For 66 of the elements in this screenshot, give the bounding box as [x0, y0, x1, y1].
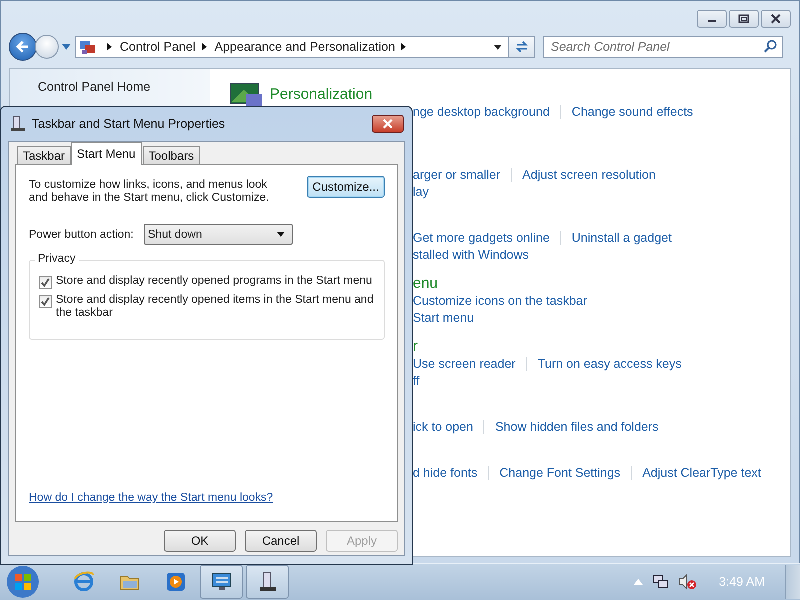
intro-text: To customize how links, icons, and menus look and behave in the Start menu, click Customize.	[29, 179, 270, 205]
task-link[interactable]: Change Font Settings	[488, 466, 631, 480]
chevron-icon[interactable]	[107, 43, 112, 51]
tab[interactable]: Toolbars	[142, 146, 200, 165]
task-link[interactable]: Start menu	[413, 310, 484, 324]
task-link[interactable]: arger or smaller	[413, 168, 511, 182]
task-link[interactable]: Show hidden files and folders	[483, 420, 669, 434]
task-link[interactable]: Use screen reader	[413, 356, 526, 370]
task-link[interactable]: Uninstall a gadget	[560, 230, 682, 244]
control-panel-icon	[79, 39, 97, 55]
chevron-icon[interactable]	[202, 43, 207, 51]
cancel-button[interactable]: Cancel	[245, 530, 317, 552]
task-link[interactable]: d hide fonts	[413, 466, 488, 480]
checkbox-label: Store and display recently opened items in the Start menu and the taskbar	[56, 294, 375, 320]
minimize-button[interactable]	[697, 10, 727, 28]
refresh-icon	[514, 40, 530, 54]
back-button[interactable]	[9, 33, 37, 61]
help-link[interactable]: How do I change the way the Start menu looks?	[29, 492, 274, 504]
checkbox[interactable]	[39, 276, 52, 289]
task-link[interactable]: Turn on easy access keys	[526, 356, 692, 370]
taskbar-properties-icon	[10, 116, 26, 132]
task-link[interactable]: stalled with Windows	[413, 248, 540, 262]
customize-button[interactable]: Customize...	[307, 176, 385, 198]
checkbox[interactable]	[39, 295, 52, 308]
power-button-label: Power button action:	[29, 228, 135, 240]
taskbar-button[interactable]	[200, 565, 243, 599]
search-field[interactable]: Search Control Panel	[543, 36, 783, 58]
task-link[interactable]: Adjust screen resolution	[510, 168, 666, 182]
restore-icon	[738, 14, 750, 24]
tab[interactable]: Start Menu	[71, 142, 142, 165]
browser-icon	[72, 570, 96, 594]
chevron-icon[interactable]	[401, 43, 406, 51]
group-title: Privacy	[35, 253, 79, 265]
category-title[interactable]: enu	[413, 274, 438, 292]
checkbox-label: Store and display recently opened programs in the Start menu	[56, 275, 374, 288]
maximize-button[interactable]	[729, 10, 759, 28]
close-icon	[382, 119, 394, 129]
back-arrow-icon	[15, 39, 31, 55]
close-icon	[770, 14, 782, 24]
muted-speaker-icon[interactable]	[679, 574, 698, 590]
refresh-button[interactable]	[509, 36, 535, 58]
task-link[interactable]: lay	[413, 184, 439, 198]
search-icon	[764, 40, 777, 53]
task-link[interactable]: Get more gadgets online	[413, 230, 560, 244]
ok-button[interactable]: OK	[164, 530, 236, 552]
breadcrumb-item[interactable]: Control Panel	[120, 40, 196, 54]
dropdown-icon[interactable]	[494, 44, 502, 50]
dropdown-arrow-icon	[277, 232, 285, 237]
power-button-dropdown[interactable]: Shut down	[144, 224, 293, 245]
category-title[interactable]: r	[413, 338, 418, 354]
address-bar[interactable]: Control Panel Appearance and Personalization	[75, 36, 509, 58]
close-button[interactable]	[761, 10, 791, 28]
sidebar-link[interactable]: Control Panel Home	[38, 80, 151, 94]
task-link[interactable]: nge desktop background	[413, 104, 560, 118]
dialog-title: Taskbar and Start Menu Properties	[32, 117, 226, 131]
task-link[interactable]: ick to open	[413, 420, 484, 434]
category-title[interactable]: Personalization	[270, 86, 373, 102]
close-button[interactable]	[372, 115, 404, 133]
task-link[interactable]: Change sound effects	[560, 104, 704, 118]
taskbar-button[interactable]	[246, 565, 289, 599]
task-link[interactable]: Customize icons on the taskbar	[413, 294, 598, 308]
breadcrumb-item[interactable]: Appearance and Personalization	[214, 40, 396, 54]
tab[interactable]: Taskbar	[17, 146, 72, 165]
network-icon[interactable]	[653, 574, 670, 590]
task-link[interactable]: ff	[413, 374, 430, 388]
task-link[interactable]: Adjust ClearType text	[630, 466, 772, 480]
